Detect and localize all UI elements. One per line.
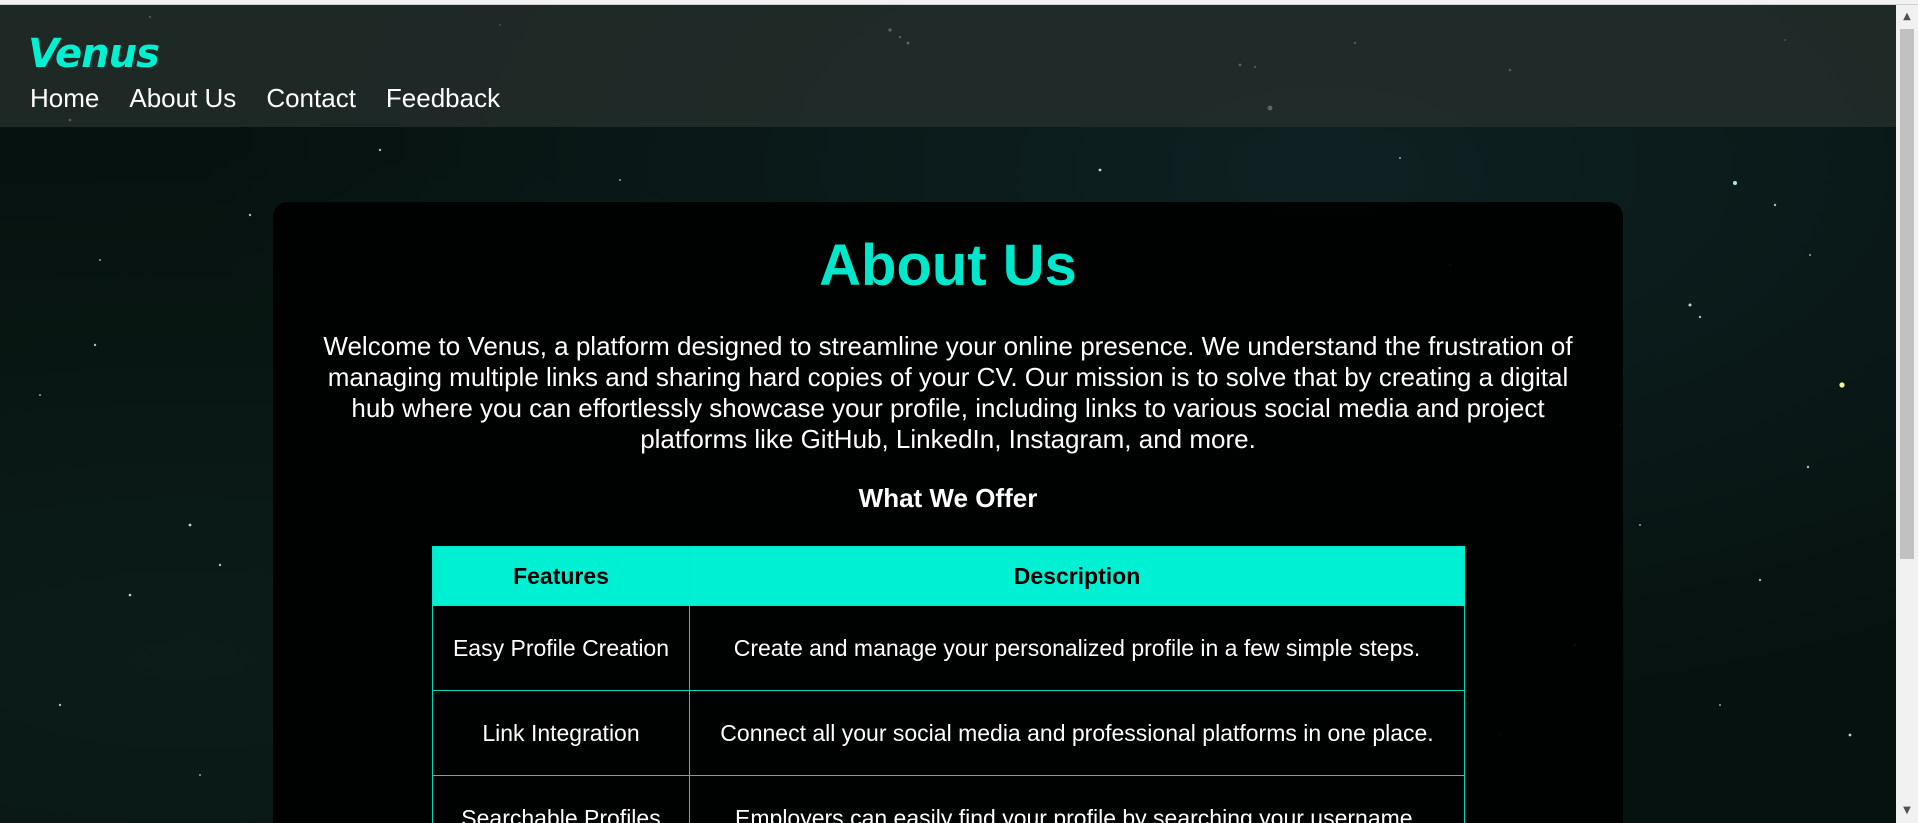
table-row: Searchable Profiles Employers can easily… <box>432 775 1465 823</box>
feature-cell: Easy Profile Creation <box>432 605 690 691</box>
main-nav: Home About Us Contact Feedback <box>30 83 500 114</box>
scrollbar-thumb[interactable] <box>1900 29 1914 559</box>
nav-about-link[interactable]: About Us <box>129 83 236 114</box>
scroll-down-arrow-icon[interactable]: ▼ <box>1896 803 1918 819</box>
page-viewport: Venus Home About Us Contact Feedback Abo… <box>0 5 1896 823</box>
feature-cell: Searchable Profiles <box>432 775 690 823</box>
intro-paragraph: Welcome to Venus, a platform designed to… <box>323 331 1573 454</box>
nav-feedback-link[interactable]: Feedback <box>386 83 500 114</box>
description-column-header: Description <box>689 546 1465 606</box>
table-row: Link Integration Connect all your social… <box>432 690 1465 776</box>
feature-cell: Link Integration <box>432 690 690 776</box>
scroll-up-arrow-icon[interactable]: ▲ <box>1896 9 1918 25</box>
table-header-row: Features Description <box>432 546 1465 606</box>
offer-heading: What We Offer <box>858 483 1038 513</box>
brand-logo[interactable]: Venus <box>28 31 160 77</box>
vertical-scrollbar[interactable]: ▲ ▼ <box>1896 5 1918 823</box>
top-navbar: Venus Home About Us Contact Feedback <box>0 5 1896 127</box>
nav-home-link[interactable]: Home <box>30 83 99 114</box>
description-cell: Connect all your social media and profes… <box>689 690 1465 776</box>
description-cell: Employers can easily find your profile b… <box>689 775 1465 823</box>
table-row: Easy Profile Creation Create and manage … <box>432 605 1465 691</box>
description-cell: Create and manage your personalized prof… <box>689 605 1465 691</box>
about-card: About Us Welcome to Venus, a platform de… <box>273 202 1623 823</box>
page-title: About Us <box>819 233 1077 298</box>
nav-contact-link[interactable]: Contact <box>266 83 356 114</box>
features-table: Features Description Easy Profile Creati… <box>432 546 1465 823</box>
features-column-header: Features <box>432 546 690 606</box>
